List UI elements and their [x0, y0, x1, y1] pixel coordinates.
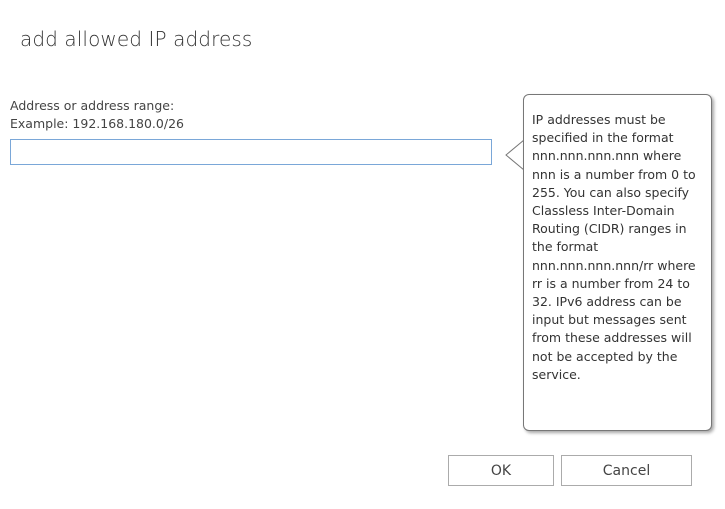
help-callout: IP addresses must be specified in the fo…	[523, 94, 712, 431]
add-ip-dialog: add allowed IP address Address or addres…	[0, 0, 725, 509]
ok-button[interactable]: OK	[448, 455, 554, 486]
dialog-title: add allowed IP address	[20, 27, 253, 51]
cancel-button[interactable]: Cancel	[561, 455, 692, 486]
address-input[interactable]	[10, 139, 492, 165]
help-callout-text: IP addresses must be specified in the fo…	[532, 112, 696, 382]
address-field-label: Address or address range:	[10, 98, 175, 113]
callout-pointer	[505, 139, 525, 171]
address-field-example: Example: 192.168.180.0/26	[10, 116, 184, 131]
